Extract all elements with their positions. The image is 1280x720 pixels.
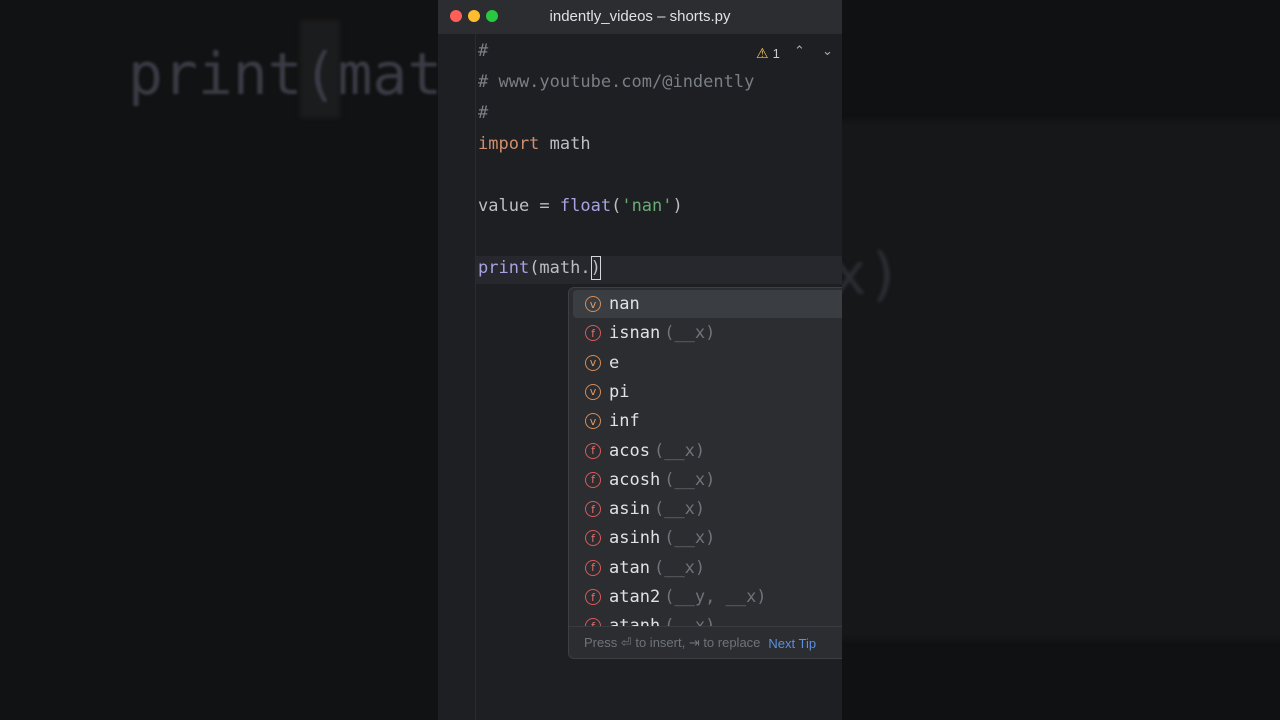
completion-item[interactable]: f atan (__x) (573, 554, 842, 582)
completion-item-name: atan (609, 557, 650, 578)
completion-item[interactable]: v pi (573, 378, 842, 406)
code-token: ( (611, 196, 622, 216)
completion-item[interactable]: f atan2 (__y, __x) (573, 583, 842, 611)
completion-item-name: pi (609, 381, 630, 402)
completion-list[interactable]: v nan f isnan (__x) v e v pi v inf f acos (__x) f acosh… (569, 288, 842, 626)
code-line-4: import math (478, 132, 591, 156)
completion-item-signature: (__x) (664, 616, 715, 626)
completion-item-signature: (__x) (664, 469, 716, 490)
completion-item-name: asinh (609, 528, 661, 549)
gutter-divider (475, 34, 476, 720)
completion-item[interactable]: f isnan (__x) (573, 319, 842, 347)
function-kind-icon: f (585, 589, 601, 605)
completion-item[interactable]: fatanh (__x) (573, 612, 842, 626)
inspection-widget[interactable]: ⚠ 1 (756, 44, 780, 62)
completion-item-name: asin (609, 499, 650, 520)
completion-item-name: acosh (609, 469, 661, 490)
code-line-6: value = float('nan') (478, 194, 683, 218)
warning-count: 1 (772, 45, 780, 61)
code-line-3: # (478, 103, 489, 123)
completion-item[interactable]: v nan (573, 290, 842, 318)
text-caret: ) (590, 256, 601, 280)
completion-item-name: nan (609, 294, 640, 314)
background-ghost-code: x) (842, 240, 902, 308)
function-kind-icon: f (585, 501, 601, 518)
completion-item-name: atan2 (609, 587, 661, 607)
function-kind-icon: f (585, 618, 601, 626)
next-tip-link[interactable]: Next Tip (768, 636, 816, 651)
code-token: ) (672, 196, 683, 216)
background-ghost-popup (842, 120, 1280, 640)
completion-footer: Press ⏎ to insert, ⇥ to replace Next Tip (569, 626, 842, 658)
completion-item-signature: (__x) (653, 440, 706, 461)
chevron-up-icon[interactable]: ⌃ (794, 43, 805, 59)
code-token: value = (478, 196, 560, 216)
editor-window: indently_videos – shorts.py ⚠ 1 ⌃ ⌄ # # … (438, 0, 842, 720)
completion-item-name: atanh (609, 616, 660, 626)
completion-item[interactable]: f acos (__x) (573, 437, 842, 465)
function-kind-icon: f (585, 530, 601, 547)
completion-item-name: isnan (609, 323, 661, 344)
chevron-down-icon[interactable]: ⌄ (822, 43, 833, 59)
completion-item-signature: (__y, __x) (664, 587, 767, 607)
completion-item-signature: (__x) (664, 323, 716, 344)
completion-item-name: acos (609, 440, 650, 461)
completion-item[interactable]: v inf (573, 407, 842, 435)
background-left-panel: print(mat (0, 0, 438, 720)
background-ghost-code: print(mat (128, 40, 438, 108)
completion-item[interactable]: f asin (__x) (573, 495, 842, 523)
builtin-print: print (478, 258, 530, 278)
function-kind-icon: f (585, 471, 601, 488)
variable-kind-icon: v (585, 354, 601, 371)
variable-kind-icon: v (585, 383, 601, 400)
completion-item-signature: (__x) (653, 557, 706, 578)
completion-item[interactable]: ve (573, 349, 842, 377)
warning-icon: ⚠ (756, 44, 769, 61)
completion-item-name: e (609, 352, 620, 373)
variable-kind-icon: v (585, 413, 601, 430)
code-line-2: # www.youtube.com/@indently (478, 72, 755, 92)
completion-item[interactable]: f acosh (__x) (573, 466, 842, 494)
function-kind-icon: f (585, 325, 601, 342)
background-right-panel: x) (842, 0, 1280, 720)
builtin-float: float (559, 196, 612, 216)
completion-hint: Press ⏎ to insert, ⇥ to replace (584, 635, 761, 650)
function-kind-icon: f (585, 559, 601, 576)
code-editor[interactable]: # # www.youtube.com/@indently # import m… (478, 0, 754, 280)
code-line-8: print(math.) (478, 256, 601, 280)
function-kind-icon: f (585, 442, 601, 459)
completion-item[interactable]: f asinh (__x) (573, 524, 842, 552)
code-line-1: # (478, 41, 489, 61)
code-token: math (539, 134, 591, 154)
completion-item-signature: (__x) (664, 528, 716, 549)
completion-item-signature: (__x) (653, 499, 706, 520)
variable-kind-icon: v (585, 296, 601, 312)
code-token: (math. (529, 258, 591, 278)
keyword-import: import (478, 134, 540, 154)
completion-popup: v nan f isnan (__x) v e v pi v inf f acos (__x) f acosh… (568, 287, 842, 659)
string-literal: 'nan' (621, 196, 673, 216)
completion-item-name: inf (609, 411, 640, 432)
